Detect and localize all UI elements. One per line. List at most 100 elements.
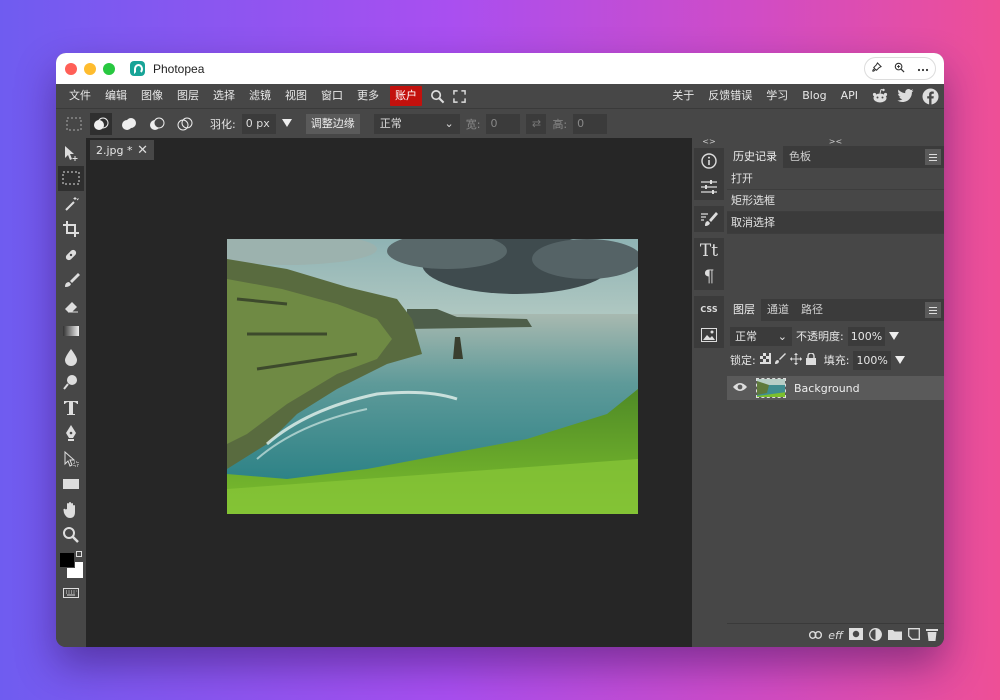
history-item[interactable]: 打开 [727,168,944,190]
hand-tool-icon[interactable] [58,497,84,523]
swap-colors-icon[interactable] [75,551,82,557]
more-icon[interactable] [917,62,929,75]
opacity-input[interactable]: 100% [847,326,886,346]
path-select-tool-icon[interactable] [58,446,84,472]
menu-blog[interactable]: Blog [795,84,833,108]
feather-dropdown-icon[interactable] [281,117,292,130]
new-layer-icon[interactable] [908,628,920,643]
document-tab[interactable]: 2.jpg * ✕ [90,140,154,160]
foreground-color-swatch[interactable] [58,552,75,568]
mask-icon[interactable] [849,628,863,643]
keyboard-icon[interactable] [58,580,84,606]
history-panel-menu-icon[interactable] [925,149,941,165]
zoom-icon[interactable] [894,62,905,76]
collapse-strip-icon[interactable]: <> [702,138,715,146]
close-window-button[interactable] [65,62,77,75]
add-selection-icon[interactable] [118,113,140,135]
trash-icon[interactable] [926,628,938,644]
history-item-current[interactable]: 取消选择 [727,212,944,234]
folder-icon[interactable] [888,629,902,643]
eraser-tool-icon[interactable] [58,293,84,319]
marquee-option-icon[interactable] [64,114,84,134]
dodge-tool-icon[interactable] [58,370,84,396]
close-document-icon[interactable]: ✕ [137,143,148,158]
menu-edit[interactable]: 编辑 [98,84,134,108]
magic-wand-tool-icon[interactable] [58,191,84,217]
effects-icon[interactable]: eff [828,629,843,642]
collapse-panels-icon[interactable]: >< [727,138,944,146]
move-tool-icon[interactable] [58,140,84,166]
adjustment-icon[interactable] [869,627,882,644]
reddit-icon[interactable] [870,86,890,106]
tab-channels[interactable]: 通道 [761,299,795,321]
gradient-tool-icon[interactable] [58,319,84,345]
menu-about[interactable]: 关于 [665,84,701,108]
zoom-tool-icon[interactable] [58,523,84,549]
maximize-window-button[interactable] [103,62,115,75]
search-icon[interactable] [426,84,448,108]
rectangle-select-tool-icon[interactable] [57,165,84,191]
menu-file[interactable]: 文件 [62,84,98,108]
layer-row[interactable]: Background [727,376,944,400]
fill-input[interactable]: 100% [853,350,891,370]
brush-settings-icon[interactable] [694,206,724,232]
minimize-window-button[interactable] [84,62,96,75]
type-tool-icon[interactable] [58,395,84,421]
pin-icon[interactable] [871,61,882,76]
feather-input[interactable]: 0 px [241,113,276,134]
blur-tool-icon[interactable] [58,344,84,370]
opacity-dropdown-icon[interactable] [889,330,900,343]
subtract-selection-icon[interactable] [146,113,168,135]
menu-view[interactable]: 视图 [278,84,314,108]
menu-select[interactable]: 选择 [206,84,242,108]
lock-position-icon[interactable] [789,352,802,368]
history-item[interactable]: 矩形选框 [727,190,944,212]
info-icon[interactable] [694,148,724,174]
eye-icon[interactable] [733,382,747,395]
tab-layers[interactable]: 图层 [727,299,761,321]
menu-window[interactable]: 窗口 [314,84,350,108]
rectangle-shape-tool-icon[interactable] [58,472,84,498]
image-icon[interactable] [694,322,724,348]
intersect-selection-icon[interactable] [174,113,196,135]
swap-dimensions-icon[interactable]: ⇄ [526,113,547,134]
lock-all-icon[interactable] [805,351,816,368]
menu-layer[interactable]: 图层 [170,84,206,108]
lock-transparency-icon[interactable] [759,353,771,367]
paragraph-icon[interactable]: ¶ [694,264,724,290]
link-icon[interactable] [809,629,823,642]
twitter-icon[interactable] [895,86,915,106]
layers-panel-menu-icon[interactable] [925,302,941,318]
facebook-icon[interactable] [920,86,940,106]
tab-swatches[interactable]: 色板 [783,146,817,168]
menu-more[interactable]: 更多 [350,84,386,108]
color-swatches[interactable] [58,550,84,580]
new-selection-icon[interactable] [90,112,112,135]
fill-dropdown-icon[interactable] [894,354,905,367]
character-icon[interactable]: Tt [694,238,724,264]
canvas-area[interactable]: 2.jpg * ✕ [86,138,692,647]
tab-history[interactable]: 历史记录 [727,146,783,168]
crop-tool-icon[interactable] [58,217,84,243]
refine-edge-button[interactable]: 调整边缘 [305,113,360,134]
css-button[interactable]: CSS [694,296,724,322]
menu-learn[interactable]: 学习 [759,84,795,108]
menu-report-bug[interactable]: 反馈错误 [701,84,759,108]
blend-mode-select[interactable]: 正常 ⌄ [730,326,792,346]
pen-tool-icon[interactable] [58,421,84,447]
width-input[interactable]: 0 [486,113,521,134]
menu-api[interactable]: API [834,84,865,108]
fullscreen-icon[interactable] [448,84,470,108]
style-select[interactable]: 正常 ⌄ [373,113,460,134]
healing-brush-tool-icon[interactable] [58,242,84,268]
adjustments-icon[interactable] [694,174,724,200]
height-input[interactable]: 0 [573,113,608,134]
lock-pixels-icon[interactable] [774,353,786,367]
menu-filter[interactable]: 滤镜 [242,84,278,108]
layer-name[interactable]: Background [794,382,860,395]
menu-image[interactable]: 图像 [134,84,170,108]
document-image[interactable] [227,239,638,514]
account-button[interactable]: 账户 [390,86,422,106]
tab-paths[interactable]: 路径 [795,299,829,321]
brush-tool-icon[interactable] [58,268,84,294]
